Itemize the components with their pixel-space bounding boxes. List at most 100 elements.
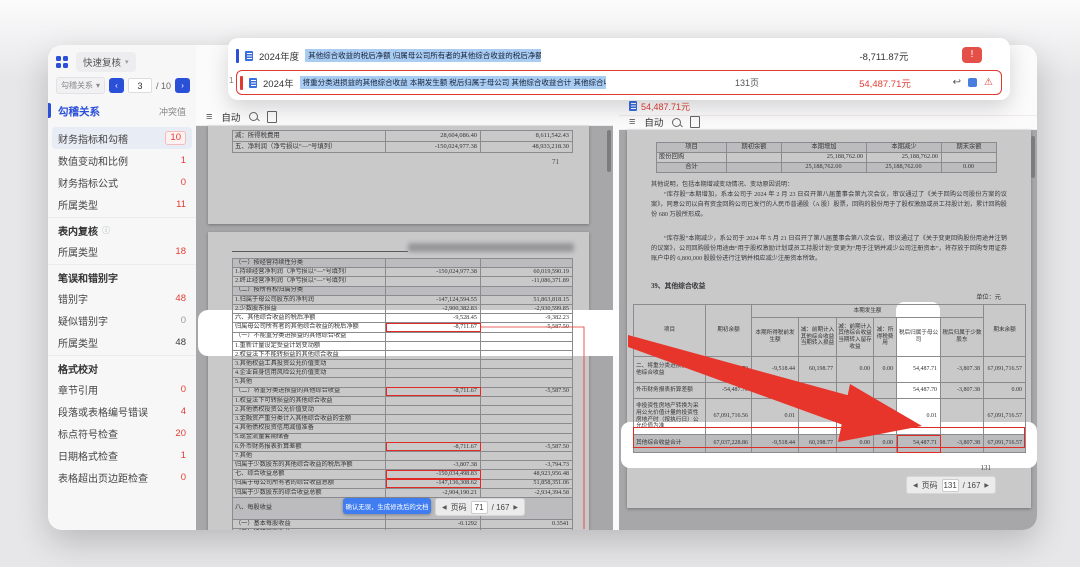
sidebar-item[interactable]: 标点符号检查20: [48, 422, 196, 444]
info-icon[interactable]: ⓘ: [102, 225, 110, 236]
pager-label: 页码: [451, 502, 467, 513]
table-row: （二）按所有权归属分类: [233, 286, 573, 295]
pager-next-icon[interactable]: ▶: [513, 504, 518, 511]
prev-page-button[interactable]: ‹: [109, 78, 124, 93]
sidebar-item[interactable]: 段落或表格编号错误4: [48, 400, 196, 422]
auto-mode-label[interactable]: 自动: [221, 110, 240, 124]
validation-rules-card: 2024年度 其他综合收益的税后净额 归属母公司所有者的其他综合收益的税后净额 …: [228, 38, 1010, 100]
page-input[interactable]: 3: [128, 78, 152, 93]
next-page-button[interactable]: ›: [175, 78, 190, 93]
left-document-panel: ≡ 自动 减：所得税费用28,604,086.408,611,542.43五、净…: [196, 45, 613, 530]
sidebar-item-label: 财务指标公式: [58, 175, 181, 190]
sidebar-item[interactable]: 错别字48: [48, 287, 196, 309]
sidebar-item-label: 日期格式检查: [58, 448, 181, 463]
right-page-pager[interactable]: ◀ 页码 131 / 167 ▶: [906, 476, 996, 494]
note-paragraph-1: “库存股”本期增加，系本公司于 2024 年 2 月 23 日召开第八届董事会第…: [651, 190, 1007, 220]
sidebar-item[interactable]: 章节引用0: [48, 378, 196, 400]
sidebar-item[interactable]: 所属类型18: [48, 240, 196, 262]
rule-row-1[interactable]: 2024年度 其他综合收益的税后净额 归属母公司所有者的其他综合收益的税后净额 …: [236, 43, 1002, 68]
sidebar-item[interactable]: 财务指标公式0: [48, 171, 196, 193]
conflict-count: 48: [175, 337, 186, 348]
table-row: 其他综合收益合计67,037,228.86-9,518.4460,198.770…: [634, 435, 1026, 453]
conflict-count: 18: [175, 246, 186, 257]
table-row: 非投资性房地产转换为采用公允价值计量的投资性房地产时（按执行日）公允价值为准67…: [634, 399, 1026, 435]
redacted-company-name: [408, 243, 574, 252]
document-icon[interactable]: [690, 116, 700, 128]
conflict-count: 0: [181, 472, 186, 483]
table-row: 2.权益法下不能转损益的其他综合收益: [233, 350, 573, 359]
table-row: 归属于少数股东的综合收益总额-2,904,190.21-2,934,394.58: [233, 488, 573, 497]
conflict-count: 10: [165, 131, 186, 145]
sidebar-item[interactable]: 所属类型48: [48, 331, 196, 353]
auto-mode-label[interactable]: 自动: [644, 115, 663, 129]
sidebar-item[interactable]: 表格超出页边距检查0: [48, 466, 196, 488]
treasury-stock-table: 项目期初余额本期增加本期减少期末余额股份回购25,188,762.0025,18…: [656, 142, 997, 173]
rule-color-bar: [240, 76, 243, 90]
document-icon: [245, 51, 253, 61]
table-row: 5.其他: [233, 378, 573, 387]
table-row: 2.其他债权投资公允价值变动: [233, 406, 573, 415]
left-scrollbar-thumb[interactable]: [607, 130, 611, 172]
conflict-count: 20: [175, 428, 186, 439]
sidebar-item-label: 章节引用: [58, 382, 181, 397]
oci-header-row-1: 项目期初余额本期发生额期末余额: [634, 305, 1026, 318]
sidebar-item[interactable]: 所属类型11: [48, 193, 196, 215]
rule-row-2-selected[interactable]: 2024年 将重分类进损益的其他综合收益 本期发生额 税后归属于母公司 其他综合…: [236, 70, 1002, 95]
pager-prev-icon[interactable]: ◀: [913, 482, 918, 489]
warning-icon[interactable]: ⚠: [984, 77, 993, 88]
sidebar-groups: 财务指标和勾稽10数值变动和比例1财务指标公式0所属类型11表内复核ⓘ所属类型1…: [48, 125, 196, 490]
pdf-page-72: （一）按经营持续性分类1.持续经营净利润（净亏损以“—”号填列）-150,024…: [208, 232, 589, 530]
search-icon[interactable]: [249, 112, 258, 121]
left-toolbar: ≡ 自动: [196, 108, 613, 126]
section-title: 勾稽关系: [58, 104, 100, 119]
sidebar-group-header: 笔误和错别字: [48, 267, 196, 287]
rule-page-ref: 131页: [735, 76, 759, 89]
note-paragraph-2: “库存股”本期减少，系公司于 2024 年 5 月 21 日召开了第八届董事会第…: [651, 234, 1007, 264]
sidebar-item[interactable]: 疑似错别字0: [48, 309, 196, 331]
unit-label: 单位：元: [976, 293, 1001, 303]
error-flag-button[interactable]: !: [962, 47, 982, 63]
sidebar-group-header: 表内复核ⓘ: [48, 220, 196, 240]
rule-value: -8,711.87元: [836, 49, 932, 63]
right-scrollbar-thumb[interactable]: [1031, 136, 1035, 178]
sidebar-group: 格式校对章节引用0段落或表格编号错误4标点符号检查20日期格式检查1表格超出页边…: [48, 355, 196, 490]
pager-input[interactable]: 71: [471, 501, 488, 514]
conflict-count: 4: [181, 406, 186, 417]
income-statement-table: （一）按经营持续性分类1.持续经营净利润（净亏损以“—”号填列）-150,024…: [232, 258, 573, 530]
table-row: 4.企业自身信用风险公允价值变动: [233, 369, 573, 378]
menu-icon[interactable]: ≡: [206, 111, 212, 123]
quick-review-dropdown[interactable]: 快速复核 ▾: [76, 52, 136, 72]
conflict-count: 1: [181, 450, 186, 461]
sidebar-item-label: 段落或表格编号错误: [58, 404, 181, 419]
sidebar-item[interactable]: 数值变动和比例1: [48, 149, 196, 171]
table-row: （二）稀释每股收益-0.12900.3541: [233, 529, 573, 530]
pager-prev-icon[interactable]: ◀: [442, 504, 447, 511]
relation-filter-dropdown[interactable]: 勾稽关系 ▾: [56, 77, 105, 94]
table-row: 6.外币财务报表折算差额-8,711.67-5,587.50: [233, 442, 573, 451]
app-switcher-icon[interactable]: [56, 56, 69, 69]
confirm-generate-button[interactable]: 确认无误，生成修改后的文档: [343, 498, 431, 514]
left-page-pager[interactable]: ◀ 页码 71 / 167 ▶: [435, 498, 525, 516]
sidebar-item-label: 所属类型: [58, 335, 175, 350]
active-section-bar: [48, 103, 51, 118]
conflict-column-header: 冲突值: [159, 105, 186, 118]
table-row: 归属母公司所有者的其他综合收益的税后净额-8,711.67-5,587.50: [233, 323, 573, 332]
search-icon[interactable]: [672, 118, 681, 127]
table-row: （二）将重分类进损益的其他综合收益-8,711.67-5,587.50: [233, 387, 573, 396]
app-canvas: 快速复核 ▾ 勾稽关系 ▾ ‹ 3 / 10 › 勾稽关系 冲突值 财务指标和勾…: [0, 0, 1080, 567]
table-row: 5.现金流量套期储备: [233, 433, 573, 442]
table-row: 1.归属于母公司股东的净利润-147,124,594.5551,863,818.…: [233, 295, 573, 304]
table-row: 外币财务报表折算差额-54,487.70-9,518.4454,487.70-3…: [634, 383, 1026, 399]
document-icon[interactable]: [267, 111, 277, 123]
left-doc-canvas: 减：所得税费用28,604,086.408,611,542.43五、净利润（净亏…: [196, 126, 613, 530]
conflict-count: 48: [175, 293, 186, 304]
conflict-count: 0: [181, 315, 186, 326]
sidebar-item[interactable]: 财务指标和勾稽10: [52, 127, 192, 149]
menu-icon[interactable]: ≡: [629, 116, 635, 128]
pager-input[interactable]: 131: [942, 479, 959, 492]
sidebar-item[interactable]: 日期格式检查1: [48, 444, 196, 466]
table-row: 五、净利润（净亏损以“—”号填列）-150,024,977.3848,933,2…: [233, 142, 573, 153]
undo-icon[interactable]: ↩: [953, 77, 961, 88]
copy-icon[interactable]: [968, 78, 977, 87]
pager-next-icon[interactable]: ▶: [984, 482, 989, 489]
